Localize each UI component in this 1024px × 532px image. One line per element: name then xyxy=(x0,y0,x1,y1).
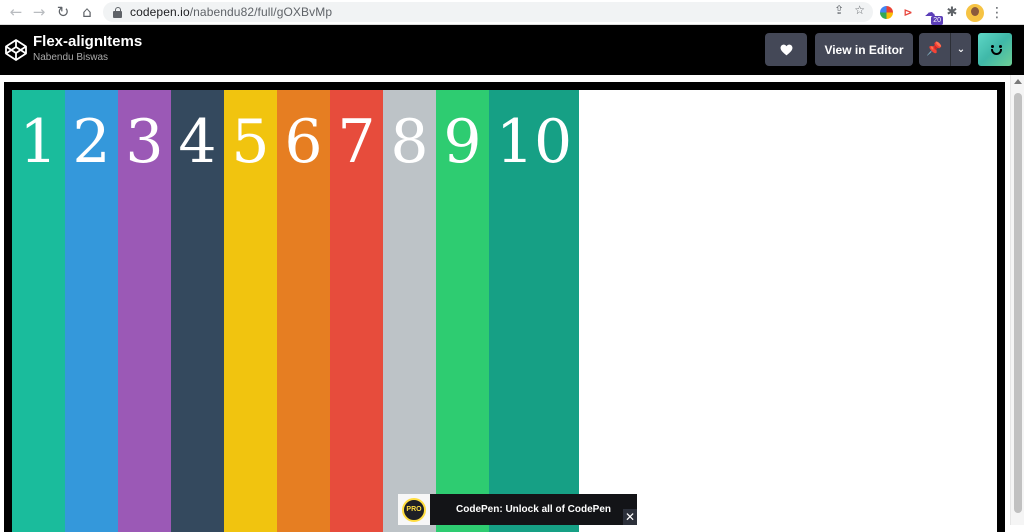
chevron-down-icon[interactable]: ⌄ xyxy=(951,33,971,66)
flex-item: 1 xyxy=(12,90,65,532)
address-bar[interactable]: codepen.io/nabendu82/full/gOXBvMp ⇪ ☆ xyxy=(103,2,873,22)
back-icon[interactable]: ← xyxy=(4,0,28,24)
url-text: codepen.io/nabendu82/full/gOXBvMp xyxy=(130,5,332,19)
pin-icon[interactable]: 📌 xyxy=(919,33,951,66)
flex-item: 10 xyxy=(489,90,579,532)
reload-icon[interactable]: ↻ xyxy=(51,0,75,24)
pro-badge-icon: PRO xyxy=(398,494,430,525)
heart-icon xyxy=(780,44,792,55)
heart-button[interactable] xyxy=(765,33,807,66)
close-icon[interactable]: ✕ xyxy=(623,509,637,525)
pen-title[interactable]: Flex-alignItems xyxy=(33,33,142,50)
cloud-extension-icon[interactable]: ☁ 20 xyxy=(922,5,943,25)
url-path: /nabendu82/full/gOXBvMp xyxy=(189,5,333,19)
color-extension-icon[interactable] xyxy=(878,5,894,21)
flex-item: 7 xyxy=(330,90,383,532)
promo-text[interactable]: CodePen: Unlock all of CodePen xyxy=(456,504,622,515)
arrow-extension-icon[interactable]: ⊳ xyxy=(900,5,916,21)
home-icon[interactable]: ⌂ xyxy=(75,0,99,24)
profile-avatar[interactable] xyxy=(966,3,984,22)
flex-item: 9 xyxy=(436,90,489,532)
flex-item: 4 xyxy=(171,90,224,532)
flex-item: 8 xyxy=(383,90,436,532)
pen-author[interactable]: Nabendu Biswas xyxy=(33,52,108,63)
scroll-up-icon[interactable] xyxy=(1014,79,1022,84)
codepen-header: Flex-alignItems Nabendu Biswas View in E… xyxy=(0,25,1024,75)
url-actions: ⇪ ☆ xyxy=(834,3,865,17)
flex-item: 5 xyxy=(224,90,277,532)
browser-toolbar: ← → ↻ ⌂ codepen.io/nabendu82/full/gOXBvM… xyxy=(0,0,1024,25)
user-avatar[interactable] xyxy=(978,33,1012,66)
pen-result-frame: 1 2 3 4 5 6 7 8 9 10 xyxy=(0,75,1010,532)
more-menu-icon[interactable]: ⋮ xyxy=(990,5,1004,21)
forward-icon[interactable]: → xyxy=(27,0,51,24)
lock-icon[interactable] xyxy=(113,6,122,18)
extension-badge: 20 xyxy=(931,15,943,25)
flex-item: 3 xyxy=(118,90,171,532)
codepen-logo-icon[interactable] xyxy=(4,38,28,62)
flex-container: 1 2 3 4 5 6 7 8 9 10 xyxy=(4,82,1005,532)
flex-item: 6 xyxy=(277,90,330,532)
flex-item: 2 xyxy=(65,90,118,532)
pin-button-group: 📌 ⌄ xyxy=(919,33,971,66)
view-in-editor-button[interactable]: View in Editor xyxy=(815,33,913,66)
url-domain: codepen.io xyxy=(130,5,190,19)
scroll-thumb[interactable] xyxy=(1014,93,1022,513)
bookmark-star-icon[interactable]: ☆ xyxy=(854,3,865,17)
pro-promo-bar[interactable]: PRO CodePen: Unlock all of CodePen ✕ xyxy=(398,494,637,525)
puzzle-icon[interactable]: ✱ xyxy=(944,5,960,21)
pro-badge-label: PRO xyxy=(402,497,426,522)
extension-icons: ⊳ ☁ 20 ✱ ⋮ xyxy=(878,2,1004,25)
share-icon[interactable]: ⇪ xyxy=(834,3,844,17)
scrollbar[interactable] xyxy=(1010,75,1024,525)
